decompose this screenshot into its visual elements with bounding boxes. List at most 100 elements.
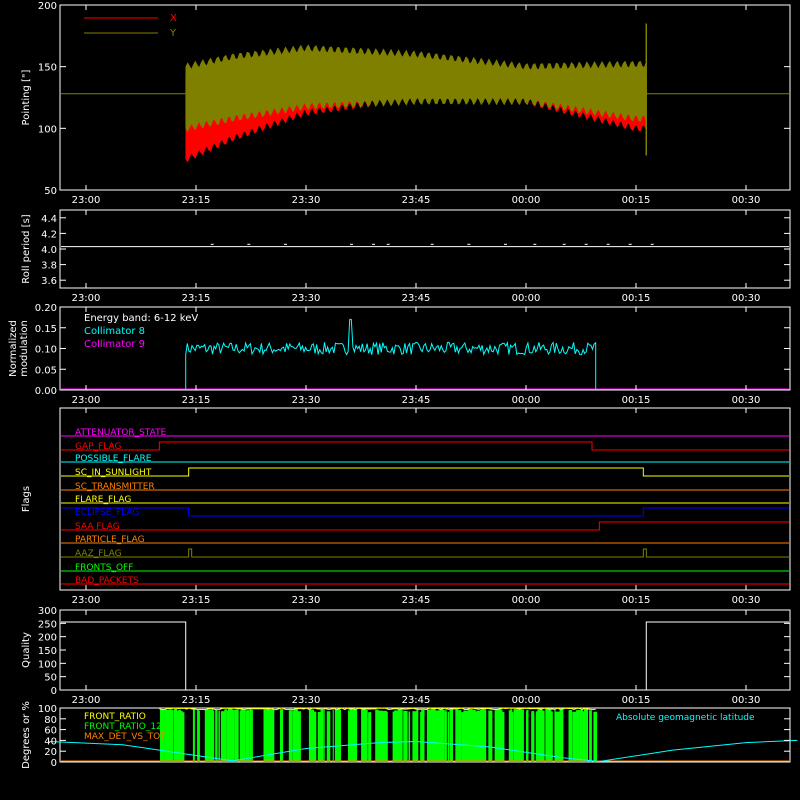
flags-xtick-label-3: 23:45 <box>402 595 431 606</box>
ratios-front1225-bar-157 <box>263 708 269 762</box>
modulation-annotation-energy-band: Energy band: 6-12 keV <box>84 313 198 324</box>
flag-line-6 <box>61 507 789 517</box>
ratios-front1225-bar-172 <box>352 709 356 762</box>
roll-ytick-label-3: 4.2 <box>41 229 57 240</box>
pointing-xtick-label-5: 00:15 <box>622 195 651 206</box>
ratios-front1225-bar-19 <box>332 709 334 762</box>
ratios-front1225-bar-10 <box>204 709 210 762</box>
ratios-front1225-bar-174 <box>178 709 181 762</box>
ratios-front1225-bar-119 <box>182 712 185 762</box>
flag-label-8: PARTICLE_FLAG <box>75 535 145 545</box>
ratios-front1225-bar-74 <box>404 710 408 762</box>
ratios-front1225-bar-163 <box>174 708 178 762</box>
roll-ylabel: Roll period [s] <box>21 214 32 283</box>
quality-xtick-label-3: 23:45 <box>402 695 431 706</box>
ratios-front1225-bar-162 <box>288 710 293 762</box>
quality-ylabel: Quality <box>21 632 32 668</box>
ratios-front1225-bar-184 <box>231 711 234 762</box>
modulation-ytick-label-4: 0.20 <box>35 303 57 314</box>
ratios-front1225-bar-159 <box>549 710 552 762</box>
ratios-front1225-bar-139 <box>593 711 598 762</box>
flags-xtick-label-4: 00:00 <box>512 595 541 606</box>
flags-xtick-label-6: 00:30 <box>732 595 761 606</box>
flag-line-7 <box>61 521 789 531</box>
quality-xtick-label-6: 00:30 <box>732 695 761 706</box>
ratios-front1225-bar-188 <box>559 709 564 762</box>
modulation-ylabel-line2: modulation <box>19 320 30 377</box>
ratios-front1225-bar-110 <box>348 710 350 762</box>
ratios-front1225-bar-48 <box>579 710 583 762</box>
pointing-ytick-label-2: 150 <box>38 63 57 74</box>
quality-xtick-label-2: 23:30 <box>292 695 321 706</box>
roll-xtick-label-6: 00:30 <box>732 293 761 304</box>
ratios-ytick-label-0: 0 <box>51 758 57 769</box>
ratios-front1225-bar-140 <box>368 712 372 762</box>
ratios-front1225-bar-149 <box>211 711 214 762</box>
flag-label-1: GAP_FLAG <box>75 442 121 452</box>
quality-ytick-label-3: 150 <box>38 646 57 657</box>
ratios-front1225-bar-182 <box>457 710 462 762</box>
ratios-front1225-bar-137 <box>447 711 450 762</box>
modulation-ytick-label-0: 0.00 <box>35 386 57 397</box>
pointing-xtick-label-1: 23:15 <box>182 195 211 206</box>
quality-ytick-label-5: 250 <box>38 619 57 630</box>
ratios-front1225-bar-146 <box>526 709 529 762</box>
ratios-front1225-bar-81 <box>408 711 411 762</box>
roll-xtick-label-4: 00:00 <box>512 293 541 304</box>
flag-label-10: FRONTS_OFF <box>75 563 133 573</box>
roll-ytick-label-1: 3.8 <box>41 261 57 272</box>
modulation-xtick-label-0: 23:00 <box>72 395 101 406</box>
quality-xtick-label-1: 23:15 <box>182 695 211 706</box>
ratios-front1225-bar-147 <box>362 711 364 762</box>
quality-ytick-label-1: 50 <box>44 673 57 684</box>
ratios-front1225-bar-171 <box>509 712 514 762</box>
flags-xtick-label-1: 23:15 <box>182 595 211 606</box>
quality-ytick-label-6: 300 <box>38 606 57 617</box>
ratios-front1225-bar-125 <box>575 711 577 762</box>
ratios-front1225-bar-158 <box>470 709 474 762</box>
roll-ytick-label-4: 4.4 <box>41 214 57 225</box>
quality-ytick-label-0: 0 <box>51 686 57 697</box>
ratios-front1225-bar-20 <box>551 711 553 762</box>
roll-plot-frame <box>59 209 791 289</box>
quality-xtick-label-0: 23:00 <box>72 695 101 706</box>
modulation-ytick-label-1: 0.05 <box>35 365 57 376</box>
flag-label-11: BAD_PACKETS <box>75 576 139 586</box>
ratios-front1225-bar-199 <box>227 711 230 762</box>
quality-series-line <box>61 621 789 691</box>
quality-ytick-label-2: 100 <box>38 659 57 670</box>
ratios-ytick-label-5: 100 <box>38 704 57 715</box>
flag-label-2: POSSIBLE_FLARE <box>75 454 152 464</box>
ratios-front1225-bar-178 <box>294 711 297 762</box>
ratios-legend-front-ratio: FRONT_RATIO <box>84 712 146 722</box>
pointing-xtick-label-0: 23:00 <box>72 195 101 206</box>
ratios-front1225-bar-60 <box>234 709 239 762</box>
ratios-front1225-bar-197 <box>165 712 169 762</box>
roll-xtick-label-1: 23:15 <box>182 293 211 304</box>
modulation-xtick-label-2: 23:30 <box>292 395 321 406</box>
flag-label-6: ECLIPSE_FLAG <box>75 508 139 518</box>
ratios-front1225-bar-143 <box>349 709 351 762</box>
ratios-legend-geomag-latitude: Absolute geomagnetic latitude <box>616 713 755 723</box>
roll-xtick-label-5: 00:15 <box>622 293 651 304</box>
modulation-xtick-label-4: 00:00 <box>512 395 541 406</box>
roll-xtick-label-2: 23:30 <box>292 293 321 304</box>
flags-ylabel: Flags <box>21 486 32 512</box>
ratios-front1225-bar-124 <box>519 709 524 762</box>
ratios-front1225-bar-185 <box>247 711 249 762</box>
pointing-xtick-label-6: 00:30 <box>732 195 761 206</box>
pointing-ytick-label-3: 200 <box>38 1 57 12</box>
ratios-ytick-label-2: 40 <box>44 736 57 747</box>
flags-plot-frame <box>59 407 791 591</box>
pointing-xtick-label-3: 23:45 <box>402 195 431 206</box>
modulation-xtick-label-1: 23:15 <box>182 395 211 406</box>
ratios-legend-max-det: MAX_DET_VS_TOT <box>84 732 166 742</box>
flags-xtick-label-2: 23:30 <box>292 595 321 606</box>
ratios-front1225-bar-161 <box>461 712 465 762</box>
flags-xtick-label-5: 00:15 <box>622 595 651 606</box>
flag-label-7: SAA FLAG <box>75 522 120 532</box>
ratios-front1225-bar-192 <box>439 709 444 762</box>
ratios-front1225-bar-80 <box>421 709 425 762</box>
modulation-legend-collimator9: Collimator 9 <box>84 339 145 350</box>
ratios-front1225-bar-121 <box>450 711 452 762</box>
